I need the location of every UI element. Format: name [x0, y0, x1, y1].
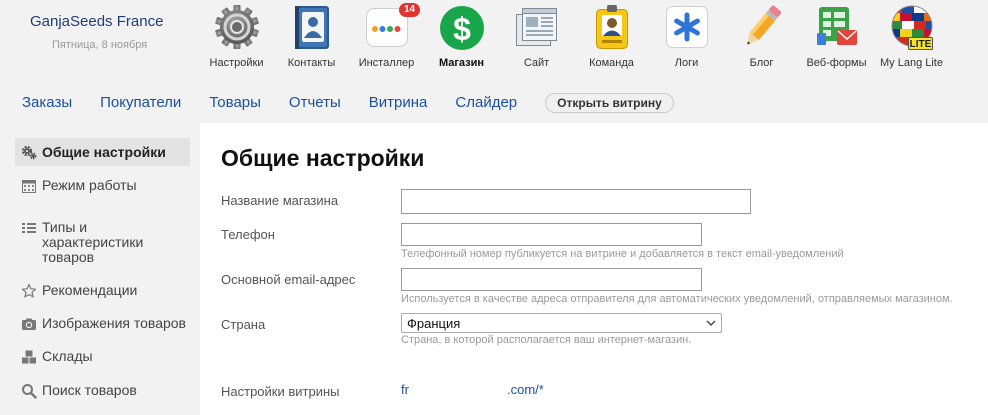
app-label: Инсталлер — [358, 57, 415, 69]
current-date: Пятница, 8 ноября — [52, 39, 148, 51]
contacts-book-icon — [288, 3, 336, 51]
sidebar-item-product-images[interactable]: Изображения товаров — [15, 314, 190, 334]
app-shop[interactable]: $ Магазин — [424, 0, 499, 76]
sidebar-item-label: Общие настройки — [42, 144, 166, 160]
logs-asterisk-icon — [663, 3, 711, 51]
app-label: My Lang Lite — [880, 57, 943, 69]
search-icon — [21, 383, 37, 399]
chevron-down-icon — [705, 317, 717, 329]
web-forms-icon — [813, 3, 861, 51]
app-blog[interactable]: Блог — [724, 0, 799, 76]
nav-slider[interactable]: Слайдер — [455, 93, 517, 113]
app-installer[interactable]: 14 Инсталлер — [349, 0, 424, 76]
storefront-url-end: .com/* — [507, 382, 544, 397]
camera-icon — [21, 316, 37, 332]
nav-reports[interactable]: Отчеты — [289, 93, 341, 113]
store-name-label: Название магазина — [221, 193, 339, 208]
nav-storefront[interactable]: Витрина — [369, 93, 428, 113]
app-label: Веб-формы — [806, 57, 867, 69]
country-select[interactable]: Франция — [401, 313, 722, 333]
list-icon — [21, 220, 37, 236]
lite-label: LITE — [909, 39, 931, 50]
sidebar-item-warehouses[interactable]: Склады — [15, 347, 190, 367]
calendar-icon — [21, 178, 37, 194]
app-my-lang-lite[interactable]: LITE My Lang Lite — [874, 0, 949, 76]
sidebar-item-label: Типы и характеристики товаров — [42, 219, 144, 265]
sidebar-item-label: Изображения товаров — [42, 315, 186, 331]
storefront-url-link[interactable]: fr .com/* — [401, 382, 561, 398]
nav-orders[interactable]: Заказы — [22, 93, 72, 113]
app-label: Блог — [749, 57, 774, 69]
sidebar-item-label: Режим работы — [42, 177, 137, 193]
sidebar-item-general-settings[interactable]: Общие настройки — [15, 138, 190, 166]
nav-products[interactable]: Товары — [209, 93, 261, 113]
email-hint: Используется в качестве адреса отправите… — [401, 293, 953, 305]
storefront-settings-label: Настройки витрины — [221, 384, 340, 399]
sidebar-item-label: Склады — [42, 348, 93, 364]
main-panel: Общие настройки Название магазина Телефо… — [200, 123, 988, 415]
country-label: Страна — [221, 317, 266, 332]
app-site[interactable]: Сайт — [499, 0, 574, 76]
app-team[interactable]: Команда — [574, 0, 649, 76]
gears-icon — [21, 144, 37, 160]
sidebar-item-label: Поиск товаров — [42, 382, 137, 398]
pencil-icon — [738, 3, 786, 51]
sidebar-item-product-search[interactable]: Поиск товаров — [15, 381, 190, 401]
open-storefront-button[interactable]: Открыть витрину — [545, 93, 674, 113]
shop-dollar-icon: $ — [438, 3, 486, 51]
gear-icon — [213, 3, 261, 51]
phone-input[interactable] — [401, 223, 702, 246]
phone-hint: Телефонный номер публикуется на витрине … — [401, 248, 844, 260]
app-web-forms[interactable]: Веб-формы — [799, 0, 874, 76]
boxes-icon — [21, 349, 37, 365]
email-input[interactable] — [401, 268, 702, 291]
app-label: Контакты — [287, 57, 336, 69]
shop-section-nav: Заказы Покупатели Товары Отчеты Витрина … — [22, 93, 674, 113]
app-label: Сайт — [523, 57, 550, 69]
country-hint: Страна, в которой располагается ваш инте… — [401, 334, 692, 346]
store-name-input[interactable] — [401, 189, 751, 214]
app-label: Логи — [674, 57, 699, 69]
sidebar-item-label: Рекомендации — [42, 282, 138, 298]
app-settings[interactable]: Настройки — [199, 0, 274, 76]
team-badge-icon — [588, 3, 636, 51]
app-label: Команда — [589, 57, 634, 69]
site-windows-icon — [513, 3, 561, 51]
app-contacts[interactable]: Контакты — [274, 0, 349, 76]
country-select-value: Франция — [407, 316, 461, 331]
notification-badge: 14 — [399, 3, 420, 17]
sidebar-item-product-types[interactable]: Типы и характеристики товаров — [15, 218, 190, 266]
storefront-url-start: fr — [401, 382, 409, 397]
app-logs[interactable]: Логи — [649, 0, 724, 76]
app-label: Магазин — [438, 57, 485, 69]
sidebar-item-recommendations[interactable]: Рекомендации — [15, 281, 190, 301]
email-label: Основной email-адрес — [221, 272, 356, 287]
phone-label: Телефон — [221, 227, 275, 242]
globe-flags-icon: LITE — [888, 3, 936, 51]
app-launcher: Настройки Контакты 14 Инсталлер $ Магази… — [199, 0, 949, 76]
dollar-glyph: $ — [453, 11, 471, 47]
app-label: Настройки — [209, 57, 264, 69]
nav-customers[interactable]: Покупатели — [100, 93, 181, 113]
brand-name[interactable]: GanjaSeeds France — [30, 12, 163, 32]
sidebar-item-work-mode[interactable]: Режим работы — [15, 176, 190, 196]
page-title: Общие настройки — [221, 145, 425, 171]
star-icon — [21, 283, 37, 299]
